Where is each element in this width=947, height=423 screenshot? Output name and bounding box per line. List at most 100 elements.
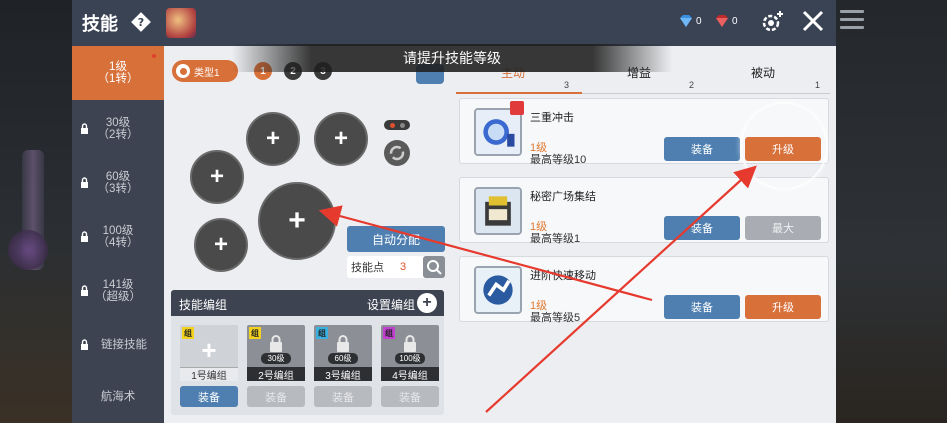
group-equip-button[interactable]: 装备 (247, 386, 305, 407)
hint-banner: 请提升技能等级 (232, 44, 672, 72)
group-slot-1[interactable]: 组 + 1号编组 (180, 325, 238, 382)
equip-button[interactable]: 装备 (664, 137, 740, 161)
lock-icon (81, 123, 88, 134)
skill-max-level: 最高等级10 (530, 154, 587, 166)
lock-icon (81, 339, 88, 350)
tab-active-indicator (456, 92, 582, 94)
sidebar-item-label: 141级 (102, 279, 134, 291)
advanced-flash-jump-skill-icon (474, 266, 522, 314)
equip-button[interactable]: 装备 (664, 295, 740, 319)
lock-icon (404, 335, 416, 352)
sidebar-item-label: 60级 (105, 171, 131, 183)
skill-slots-panel: 类型1 1 2 3 + + + + + 自动分配 技能点 3 技能编组 设置编组… (164, 46, 451, 423)
group-level: 60级 (328, 353, 358, 364)
group-tag: 组 (383, 327, 395, 339)
lock-icon (81, 177, 88, 188)
page-title: 技能 (82, 14, 118, 34)
skill-points-value: 3 (400, 261, 407, 273)
skill-name: 进阶快速移动 (530, 270, 596, 282)
group-slot-2[interactable]: 组 30级 2号编组 (247, 325, 305, 382)
character-avatar[interactable] (166, 8, 196, 38)
sidebar-item-label: 100级 (102, 225, 134, 237)
group-tag: 组 (316, 327, 328, 339)
sidebar-item-label: 1级 (109, 61, 127, 73)
skill-slot-add[interactable]: + (190, 150, 244, 204)
type-selector[interactable]: 类型1 (172, 60, 238, 82)
sidebar-item-label: 30级 (105, 117, 131, 129)
group-level: 30级 (261, 353, 291, 364)
blue-gem-icon (680, 15, 692, 27)
group-tag: 组 (249, 327, 261, 339)
lock-icon (337, 335, 349, 352)
group-slot-3[interactable]: 组 60级 3号编组 (314, 325, 372, 382)
skill-max-level: 最高等级1 (530, 233, 581, 245)
sidebar-item-sublabel: （3转） (97, 183, 139, 195)
tab-passive-skills[interactable]: 被动 (751, 64, 775, 81)
refresh-icon[interactable] (384, 140, 410, 166)
sidebar-item-label: 链接技能 (101, 339, 147, 351)
skill-slot-add[interactable]: + (194, 218, 248, 272)
svg-text:?: ? (138, 16, 144, 29)
skill-slot-add[interactable]: + (314, 112, 368, 166)
sidebar-item-level-141[interactable]: 141级 （超级） (72, 264, 164, 318)
skill-slot-add[interactable]: + (246, 112, 300, 166)
background-left (0, 0, 72, 423)
secret-plaza-skill-icon (474, 187, 522, 235)
max-level-button[interactable]: 最大 (745, 216, 821, 240)
lock-icon (81, 231, 88, 242)
tab-count: 1 (815, 80, 821, 90)
background-right (836, 0, 947, 423)
group-caption: 2号编组 (247, 367, 305, 382)
skill-group-title: 技能编组 (179, 298, 228, 312)
sidebar-item-level-60[interactable]: 60级 （3转） (72, 156, 164, 210)
sidebar-item-sublabel: （超级） (95, 291, 141, 303)
skill-name: 秘密广场集结 (530, 191, 596, 203)
help-icon[interactable]: ? (130, 11, 152, 33)
sidebar-item-link-skills[interactable]: 链接技能 (72, 318, 164, 372)
notification-dot (152, 54, 156, 58)
group-equip-button[interactable]: 装备 (180, 386, 238, 407)
sidebar-item-sublabel: （4转） (97, 237, 139, 249)
search-icon[interactable] (423, 256, 445, 278)
skill-slot-main-add[interactable]: + (258, 182, 336, 260)
group-equip-button[interactable]: 装备 (314, 386, 372, 407)
lock-icon (81, 285, 88, 296)
currency-blue: 0 (678, 14, 702, 28)
skill-group-panel: 技能编组 设置编组 + 组 + 1号编组 组 30级 2号编组 组 60级 3号… (171, 290, 444, 415)
slot-toggle[interactable] (384, 120, 410, 130)
currency-red-value: 0 (732, 15, 738, 27)
group-equip-button[interactable]: 装备 (381, 386, 439, 407)
auto-assign-button[interactable]: 自动分配 (347, 226, 445, 252)
group-slot-4[interactable]: 组 100级 4号编组 (381, 325, 439, 382)
plus-icon: + (201, 335, 217, 365)
group-level: 100级 (395, 353, 425, 364)
skill-card[interactable]: 进阶快速移动 1级 最高等级5 装备 升级 (459, 256, 829, 324)
skill-group-header: 技能编组 设置编组 + (171, 290, 444, 316)
skill-points-label: 技能点 (351, 262, 384, 274)
sidebar-item-level-100[interactable]: 100级 （4转） (72, 210, 164, 264)
sidebar-item-label: 航海术 (100, 391, 136, 403)
equip-button[interactable]: 装备 (664, 216, 740, 240)
settings-gear-icon[interactable] (760, 10, 786, 34)
skill-points-row: 技能点 3 (347, 256, 445, 278)
header-bar: 技能 ? 0 0 (72, 0, 836, 46)
tab-count: 2 (689, 80, 695, 90)
group-caption: 1号编组 (180, 367, 238, 382)
set-group-label[interactable]: 设置编组 (367, 296, 415, 313)
menu-icon[interactable] (840, 10, 864, 32)
lock-icon (270, 335, 282, 352)
highlight-ring (740, 102, 828, 190)
background-decoration (8, 230, 48, 270)
group-caption: 4号编组 (381, 367, 439, 382)
red-gem-icon (716, 15, 728, 27)
sidebar-item-level-30[interactable]: 30级 （2转） (72, 102, 164, 156)
add-group-button[interactable]: + (417, 293, 437, 313)
sidebar-item-sublabel: （1转） (97, 73, 139, 85)
sidebar-item-level-1[interactable]: 1级 （1转） (72, 46, 164, 100)
radio-icon (176, 64, 190, 78)
upgrade-button[interactable]: 升级 (745, 295, 821, 319)
triple-impact-skill-icon (474, 108, 522, 156)
skill-max-level: 最高等级5 (530, 312, 581, 324)
close-icon[interactable] (800, 8, 826, 34)
sidebar-item-navigation[interactable]: 航海术 (72, 372, 164, 422)
